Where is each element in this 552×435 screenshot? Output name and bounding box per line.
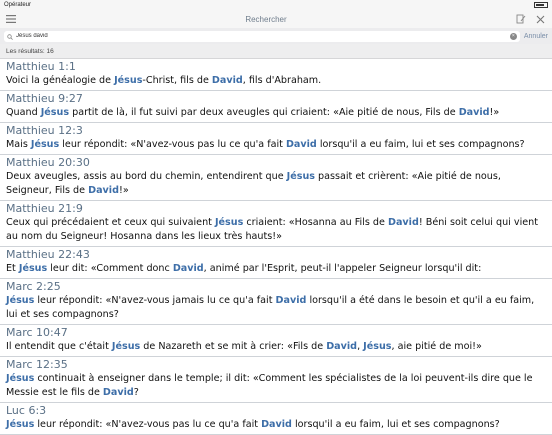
verse-text: Jésus leur répondit: «N'avez-vous jamais… xyxy=(6,294,546,322)
match-highlight: David xyxy=(102,387,134,398)
search-row: × Annuler xyxy=(0,28,552,44)
verse-reference: Matthieu 21:9 xyxy=(6,202,83,215)
nav-bar: Rechercher xyxy=(0,10,552,28)
verse-text: Deux aveugles, assis au bord du chemin, … xyxy=(6,170,546,198)
match-highlight: Jésus xyxy=(6,295,35,306)
verse-segment: Deux aveugles, assis au bord du chemin, … xyxy=(6,171,287,182)
match-highlight: Jésus xyxy=(6,419,35,430)
verse-text: Jésus leur répondit: «N'avez-vous pas lu… xyxy=(6,418,546,432)
result-item[interactable]: Matthieu 20:30 Deux aveugles, assis au bo… xyxy=(0,155,552,201)
verse-segment: Il entendit que c'était xyxy=(6,341,112,352)
verse-segment: leur répondit: «N'avez-vous jamais lu ce… xyxy=(34,295,276,306)
result-item[interactable]: Matthieu 12:3 Mais Jésus leur répondit: «… xyxy=(0,123,552,155)
verse-text: Quand Jésus partit de là, il fut suivi p… xyxy=(6,106,546,120)
verse-segment: Ceux qui précédaient et ceux qui suivaie… xyxy=(6,217,215,228)
page-title: Rechercher xyxy=(245,14,287,24)
result-item[interactable]: Matthieu 9:27 Quand Jésus partit de là, i… xyxy=(0,91,552,123)
match-highlight: Jésus xyxy=(114,75,143,86)
verse-segment: leur répondit: «N'avez-vous pas lu ce qu… xyxy=(59,139,286,150)
verse-segment: lorsqu'il a eu faim, lui et ses compagno… xyxy=(291,419,500,430)
verse-segment: partit de là, il fut suivi par deux aveu… xyxy=(69,107,459,118)
verse-segment: criaient: «Hosanna au Fils de xyxy=(243,217,388,228)
verse-reference: Luc 6:3 xyxy=(6,404,47,417)
verse-reference: Matthieu 1:1 xyxy=(6,60,76,73)
search-input[interactable] xyxy=(16,33,507,39)
match-highlight: Jésus xyxy=(363,341,392,352)
verse-segment: -Christ, fils de xyxy=(142,75,212,86)
verse-reference: Matthieu 9:27 xyxy=(6,92,83,105)
menu-icon[interactable] xyxy=(5,13,17,25)
verse-segment: !» xyxy=(489,107,500,118)
verse-segment: , animé par l'Esprit, peut-il l'appeler … xyxy=(203,263,482,274)
result-item[interactable]: Matthieu 21:9 Ceux qui précédaient et ceu… xyxy=(0,201,552,247)
verse-segment: , aie pitié de moi!» xyxy=(391,341,482,352)
verse-text: Et Jésus leur dit: «Comment donc David, … xyxy=(6,262,546,276)
match-highlight: Jésus xyxy=(30,139,60,150)
settings-icon[interactable] xyxy=(515,13,527,25)
verse-reference: Matthieu 20:30 xyxy=(6,156,90,169)
verse-segment: Voici la généalogie de xyxy=(6,75,115,86)
match-highlight: Jésus xyxy=(111,341,141,352)
match-highlight: David xyxy=(261,419,292,430)
verse-text: Mais Jésus leur répondit: «N'avez-vous p… xyxy=(6,138,546,152)
verse-segment: Mais xyxy=(6,139,31,150)
carrier-label: Opérateur xyxy=(4,2,32,8)
verse-text: Jésus continuait à enseigner dans le tem… xyxy=(6,372,546,400)
results-list: Matthieu 1:1 Voici la généalogie de Jésus… xyxy=(0,59,552,435)
result-item[interactable]: Marc 12:35 Jésus continuait à enseigner d… xyxy=(0,357,552,403)
match-highlight: David xyxy=(88,185,119,196)
status-bar: Opérateur xyxy=(0,0,552,10)
verse-segment: ? xyxy=(133,387,139,398)
match-highlight: Jésus xyxy=(40,107,70,118)
result-item[interactable]: Marc 2:25 Jésus leur répondit: «N'avez-vo… xyxy=(0,279,552,325)
match-highlight: Jésus xyxy=(18,263,48,274)
verse-reference: Matthieu 12:3 xyxy=(6,124,83,137)
verse-segment: de Nazareth et se mit à crier: «Fils de xyxy=(140,341,327,352)
verse-segment: , fils d'Abraham. xyxy=(242,75,322,86)
cancel-button[interactable]: Annuler xyxy=(524,33,548,40)
verse-text: Voici la généalogie de Jésus-Christ, fil… xyxy=(6,74,546,88)
match-highlight: David xyxy=(326,341,358,352)
close-icon[interactable] xyxy=(535,13,547,25)
result-item[interactable]: Matthieu 22:43 Et Jésus leur dit: «Commen… xyxy=(0,247,552,279)
verse-reference: Matthieu 22:43 xyxy=(6,248,90,261)
match-highlight: David xyxy=(285,139,317,150)
result-item[interactable]: Marc 10:47 Il entendit que c'était Jésus … xyxy=(0,325,552,357)
verse-segment: lorsqu'il a eu faim, lui et ses compagno… xyxy=(316,139,525,150)
verse-text: Ceux qui précédaient et ceux qui suivaie… xyxy=(6,216,546,244)
verse-text: Il entendit que c'était Jésus de Nazaret… xyxy=(6,340,546,354)
result-item[interactable]: Luc 6:3 Jésus leur répondit: «N'avez-vous… xyxy=(0,403,552,435)
verse-segment: Et xyxy=(6,263,19,274)
match-highlight: Jésus xyxy=(286,171,315,182)
battery-icon xyxy=(534,2,548,8)
verse-segment: continuait à enseigner dans le temple; i… xyxy=(6,373,533,398)
verse-segment: Quand xyxy=(6,107,41,118)
clear-icon[interactable]: × xyxy=(509,32,517,40)
result-item[interactable]: Matthieu 1:1 Voici la généalogie de Jésus… xyxy=(0,59,552,91)
verse-reference: Marc 2:25 xyxy=(6,280,61,293)
match-highlight: Jésus xyxy=(6,373,35,384)
match-highlight: David xyxy=(172,263,204,274)
verse-segment: !» xyxy=(118,185,129,196)
match-highlight: Jésus xyxy=(214,217,244,228)
search-icon xyxy=(7,27,13,45)
results-count: Les résultats: 16 xyxy=(0,44,552,59)
match-highlight: David xyxy=(211,75,243,86)
match-highlight: David xyxy=(458,107,490,118)
match-highlight: David xyxy=(275,295,307,306)
verse-reference: Marc 12:35 xyxy=(6,358,68,371)
verse-segment: leur répondit: «N'avez-vous pas lu ce qu… xyxy=(34,419,262,430)
search-field[interactable]: × xyxy=(4,30,520,42)
verse-reference: Marc 10:47 xyxy=(6,326,68,339)
match-highlight: David xyxy=(387,217,419,228)
verse-segment: leur dit: «Comment donc xyxy=(47,263,173,274)
